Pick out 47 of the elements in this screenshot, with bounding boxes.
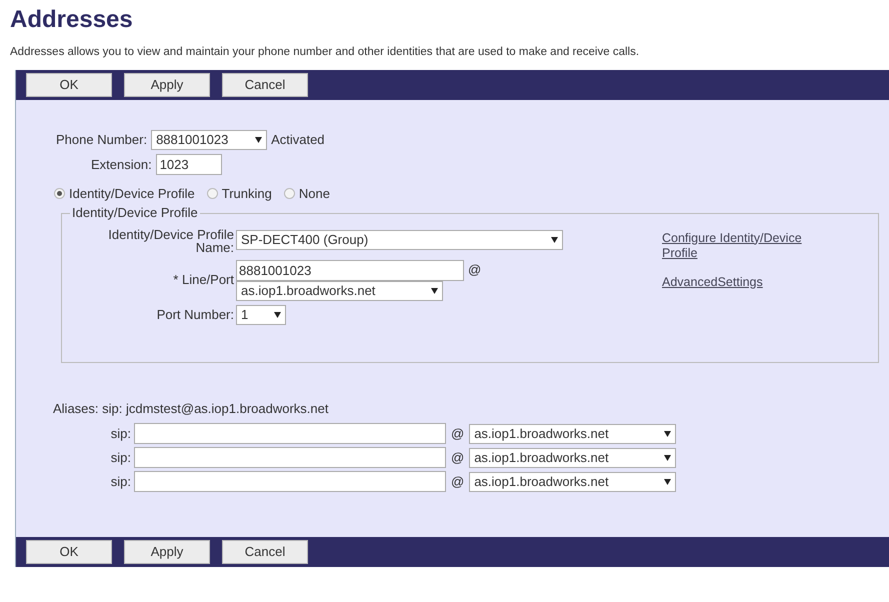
at-sign: @ xyxy=(468,261,482,280)
group-legend: Identity/Device Profile xyxy=(70,204,200,220)
at-sign: @ xyxy=(450,424,466,443)
field-label: Identity/Device Profile Name: xyxy=(107,228,235,254)
alias-field[interactable] xyxy=(134,471,446,492)
radio-option[interactable]: Identity/Device Profile xyxy=(54,184,195,204)
profile-name-select[interactable]: SP-DECT400 (Group) xyxy=(236,230,563,250)
form-button[interactable]: Apply xyxy=(124,540,210,564)
sip-label: sip: xyxy=(110,448,132,467)
caret-icon xyxy=(255,137,262,143)
alias-domain-select[interactable]: as.iop1.broadworks.net xyxy=(469,448,676,468)
at-sign: @ xyxy=(450,448,466,467)
radio-option[interactable]: None xyxy=(284,184,330,204)
field-label: Extension: xyxy=(91,156,152,174)
field-label: Phone Number: xyxy=(56,131,148,150)
form-button[interactable]: Cancel xyxy=(222,73,308,97)
alias-field[interactable] xyxy=(134,447,446,468)
caret-icon xyxy=(551,236,558,242)
line-port-field[interactable]: 8881001023 xyxy=(236,260,464,280)
phone-number-select[interactable]: 8881001023 xyxy=(151,130,268,150)
radio-option[interactable]: Trunking xyxy=(206,184,272,204)
page-description: Addresses allows you to view and maintain your phone number and other identities that are used to make and receive calls. xyxy=(10,45,640,60)
settings-link[interactable]: Configure Identity/Device Profile xyxy=(662,230,837,260)
alias-domain-select[interactable]: as.iop1.broadworks.net xyxy=(469,424,676,444)
alias-field[interactable] xyxy=(134,423,446,444)
form-button[interactable]: OK xyxy=(26,73,112,97)
status-text: Activated xyxy=(271,131,325,150)
alias-domain-select[interactable]: as.iop1.broadworks.net xyxy=(469,472,676,492)
field-label: * Line/Port xyxy=(172,270,235,288)
form-button[interactable]: Cancel xyxy=(222,540,308,564)
caret-icon xyxy=(431,288,438,294)
caret-icon xyxy=(664,430,672,436)
extension-field[interactable]: 1023 xyxy=(156,154,222,175)
domain-select[interactable]: as.iop1.broadworks.net xyxy=(236,280,443,300)
at-sign: @ xyxy=(450,472,466,491)
field-label: Port Number: xyxy=(156,306,235,324)
caret-icon xyxy=(664,478,672,484)
form-button[interactable]: OK xyxy=(26,540,112,564)
caret-icon xyxy=(664,454,672,460)
settings-link[interactable]: AdvancedSettings xyxy=(662,274,837,290)
aliases-label: Aliases: sip: jcdmstest@as.iop1.broadworks.net xyxy=(52,400,330,418)
caret-icon xyxy=(274,312,281,318)
sip-label: sip: xyxy=(110,472,132,491)
sip-label: sip: xyxy=(110,424,132,443)
form-button[interactable]: Apply xyxy=(124,73,210,97)
port-number-select[interactable]: 1 xyxy=(236,304,286,324)
page-title: Addresses xyxy=(10,5,134,35)
